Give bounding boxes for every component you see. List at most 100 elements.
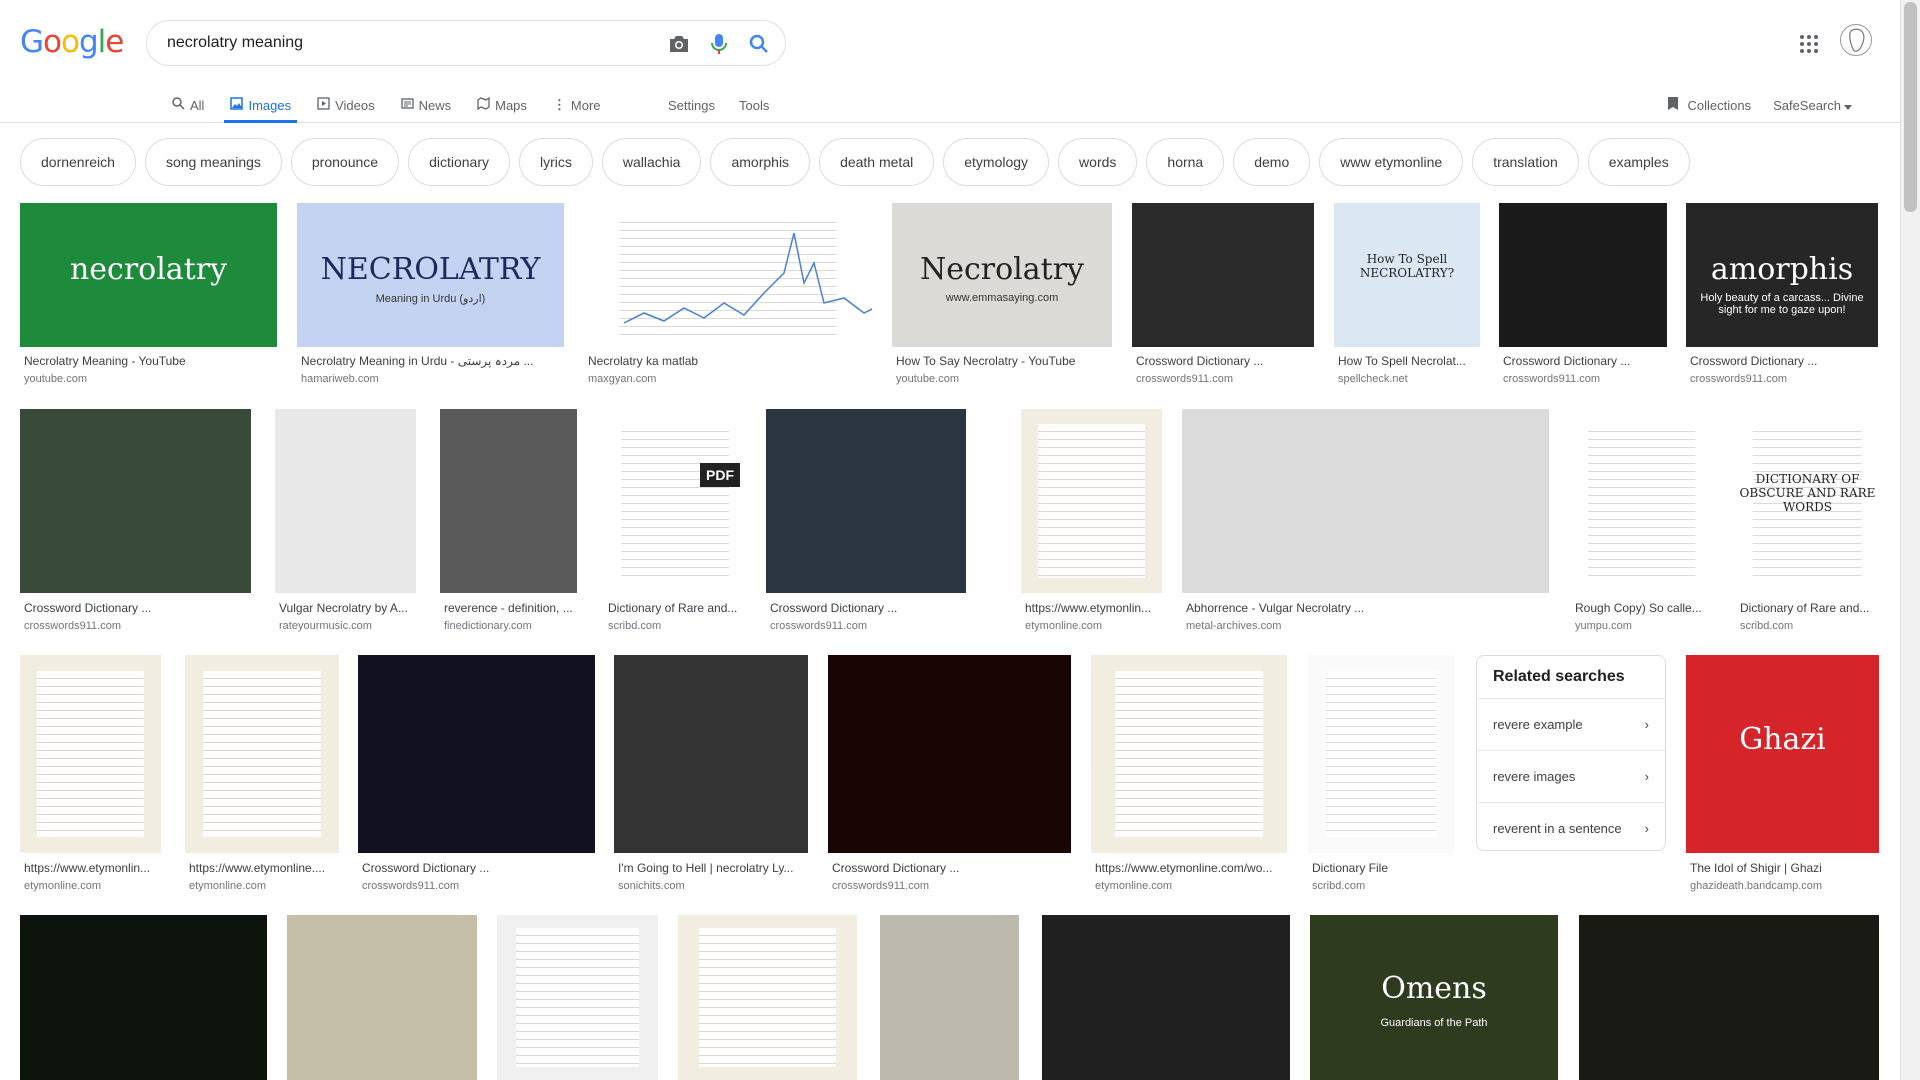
result-title[interactable]: Vulgar Necrolatry by A... xyxy=(279,601,414,615)
image-thumbnail[interactable] xyxy=(1579,915,1879,1080)
suggestion-chip[interactable]: demo xyxy=(1233,138,1311,186)
document-preview xyxy=(1114,670,1264,838)
image-thumbnail[interactable] xyxy=(614,655,808,853)
result-title[interactable]: Crossword Dictionary ... xyxy=(1503,354,1665,368)
image-thumbnail[interactable] xyxy=(880,915,1019,1080)
result-title[interactable]: Necrolatry Meaning - YouTube xyxy=(24,354,275,368)
result-title[interactable]: Dictionary File xyxy=(1312,861,1453,875)
result-title[interactable]: How To Spell Necrolat... xyxy=(1338,354,1478,368)
result-title[interactable]: Abhorrence - Vulgar Necrolatry ... xyxy=(1186,601,1547,615)
image-thumbnail[interactable] xyxy=(287,915,477,1080)
result-title[interactable]: https://www.etymonline.com/wo... xyxy=(1095,861,1285,875)
result-title[interactable]: Crossword Dictionary ... xyxy=(24,601,249,615)
image-thumbnail[interactable] xyxy=(1499,203,1667,347)
result-title[interactable]: Crossword Dictionary ... xyxy=(832,861,1069,875)
tab-all[interactable]: All xyxy=(166,88,210,122)
image-thumbnail[interactable]: NECROLATRY Meaning in Urdu (اردو) xyxy=(297,203,564,347)
image-thumbnail[interactable] xyxy=(1571,409,1712,593)
suggestion-chip[interactable]: www etymonline xyxy=(1319,138,1464,186)
suggestion-chip[interactable]: pronounce xyxy=(290,138,400,186)
result-title[interactable]: Necrolatry ka matlab xyxy=(588,354,870,368)
related-search-item[interactable]: revere images › xyxy=(1477,750,1665,802)
tools-link[interactable]: Tools xyxy=(739,88,769,122)
result-title[interactable]: Dictionary of Rare and... xyxy=(608,601,744,615)
suggestion-chip[interactable]: dornenreich xyxy=(20,138,136,186)
image-thumbnail[interactable] xyxy=(1021,409,1162,593)
image-thumbnail[interactable]: Omens Guardians of the Path xyxy=(1310,915,1558,1080)
image-thumbnail[interactable] xyxy=(1182,409,1549,593)
result-title[interactable]: https://www.etymonline.... xyxy=(189,861,337,875)
result-source: crosswords911.com xyxy=(362,880,459,892)
tab-maps[interactable]: Maps xyxy=(471,88,533,122)
related-searches-heading: Related searches xyxy=(1493,668,1625,685)
document-preview xyxy=(1037,423,1146,579)
scrollbar[interactable] xyxy=(1900,0,1920,1080)
search-input[interactable] xyxy=(167,31,617,55)
image-thumbnail[interactable]: amorphis Holy beauty of a carcass... Divi… xyxy=(1686,203,1878,347)
image-thumbnail[interactable]: How To Spell NECROLATRY? xyxy=(1334,203,1480,347)
image-thumbnail[interactable] xyxy=(678,915,857,1080)
scrollbar-thumb[interactable] xyxy=(1904,2,1917,212)
tab-videos[interactable]: Videos xyxy=(311,88,381,122)
microphone-icon[interactable] xyxy=(707,32,731,56)
image-thumbnail[interactable]: PDF xyxy=(604,409,746,593)
image-thumbnail[interactable] xyxy=(1042,915,1290,1080)
apps-grid-icon[interactable] xyxy=(1797,32,1821,56)
image-thumbnail[interactable] xyxy=(766,409,966,593)
image-thumbnail[interactable] xyxy=(1132,203,1314,347)
image-thumbnail[interactable] xyxy=(1091,655,1287,853)
image-thumbnail[interactable] xyxy=(20,409,251,593)
image-thumbnail[interactable] xyxy=(20,655,161,853)
result-title[interactable]: I'm Going to Hell | necrolatry Ly... xyxy=(618,861,806,875)
image-thumbnail[interactable] xyxy=(358,655,595,853)
result-title[interactable]: reverence - definition, ... xyxy=(444,601,575,615)
tab-news[interactable]: News xyxy=(395,88,458,122)
result-title[interactable]: https://www.etymonlin... xyxy=(1025,601,1160,615)
image-thumbnail[interactable]: Ghazi xyxy=(1686,655,1879,853)
image-thumbnail[interactable] xyxy=(20,915,267,1080)
camera-icon[interactable] xyxy=(667,32,691,56)
suggestion-chip[interactable]: song meanings xyxy=(144,138,282,186)
result-title[interactable]: Rough Copy) So calle... xyxy=(1575,601,1710,615)
suggestion-chip[interactable]: death metal xyxy=(819,138,935,186)
thumbnail-subtext: Guardians of the Path xyxy=(1380,1017,1488,1030)
image-thumbnail[interactable] xyxy=(275,409,416,593)
image-thumbnail[interactable] xyxy=(828,655,1071,853)
image-thumbnail[interactable] xyxy=(185,655,339,853)
result-title[interactable]: Crossword Dictionary ... xyxy=(770,601,964,615)
image-thumbnail[interactable] xyxy=(584,203,872,347)
image-thumbnail[interactable]: DICTIONARY OF OBSCURE AND RARE WORDS xyxy=(1736,409,1879,593)
google-logo[interactable]: Google xyxy=(20,26,124,58)
result-title[interactable]: Crossword Dictionary ... xyxy=(362,861,593,875)
image-thumbnail[interactable] xyxy=(1308,655,1455,853)
suggestion-chip[interactable]: dictionary xyxy=(408,138,510,186)
image-thumbnail[interactable]: necrolatry xyxy=(20,203,277,347)
result-title[interactable]: The Idol of Shigir | Ghazi xyxy=(1690,861,1877,875)
related-search-item[interactable]: reverent in a sentence › xyxy=(1477,802,1665,854)
result-title[interactable]: https://www.etymonlin... xyxy=(24,861,159,875)
suggestion-chip[interactable]: amorphis xyxy=(710,138,811,186)
suggestion-chip[interactable]: examples xyxy=(1587,138,1690,186)
result-title[interactable]: Crossword Dictionary ... xyxy=(1136,354,1312,368)
image-thumbnail[interactable] xyxy=(497,915,658,1080)
collections-link[interactable]: Collections xyxy=(1667,96,1751,114)
result-title[interactable]: Necrolatry Meaning in Urdu - مردہ پرستی … xyxy=(301,354,562,368)
result-title[interactable]: How To Say Necrolatry - YouTube xyxy=(896,354,1110,368)
result-title[interactable]: Dictionary of Rare and... xyxy=(1740,601,1877,615)
avatar[interactable] xyxy=(1840,24,1872,56)
image-thumbnail[interactable]: Necrolatry www.emmasaying.com xyxy=(892,203,1112,347)
image-thumbnail[interactable] xyxy=(440,409,577,593)
suggestion-chip[interactable]: etymology xyxy=(943,138,1050,186)
related-search-item[interactable]: revere example › xyxy=(1477,698,1665,750)
suggestion-chip[interactable]: words xyxy=(1058,138,1138,186)
suggestion-chip[interactable]: horna xyxy=(1146,138,1225,186)
safesearch-dropdown[interactable]: SafeSearch xyxy=(1773,98,1852,113)
suggestion-chip[interactable]: wallachia xyxy=(601,138,702,186)
settings-link[interactable]: Settings xyxy=(668,88,715,122)
suggestion-chip[interactable]: lyrics xyxy=(518,138,593,186)
tab-more[interactable]: ⋮ More xyxy=(547,88,607,122)
suggestion-chip[interactable]: translation xyxy=(1472,138,1579,186)
tab-images[interactable]: Images xyxy=(224,88,297,123)
search-icon[interactable] xyxy=(747,32,771,56)
result-title[interactable]: Crossword Dictionary ... xyxy=(1690,354,1876,368)
